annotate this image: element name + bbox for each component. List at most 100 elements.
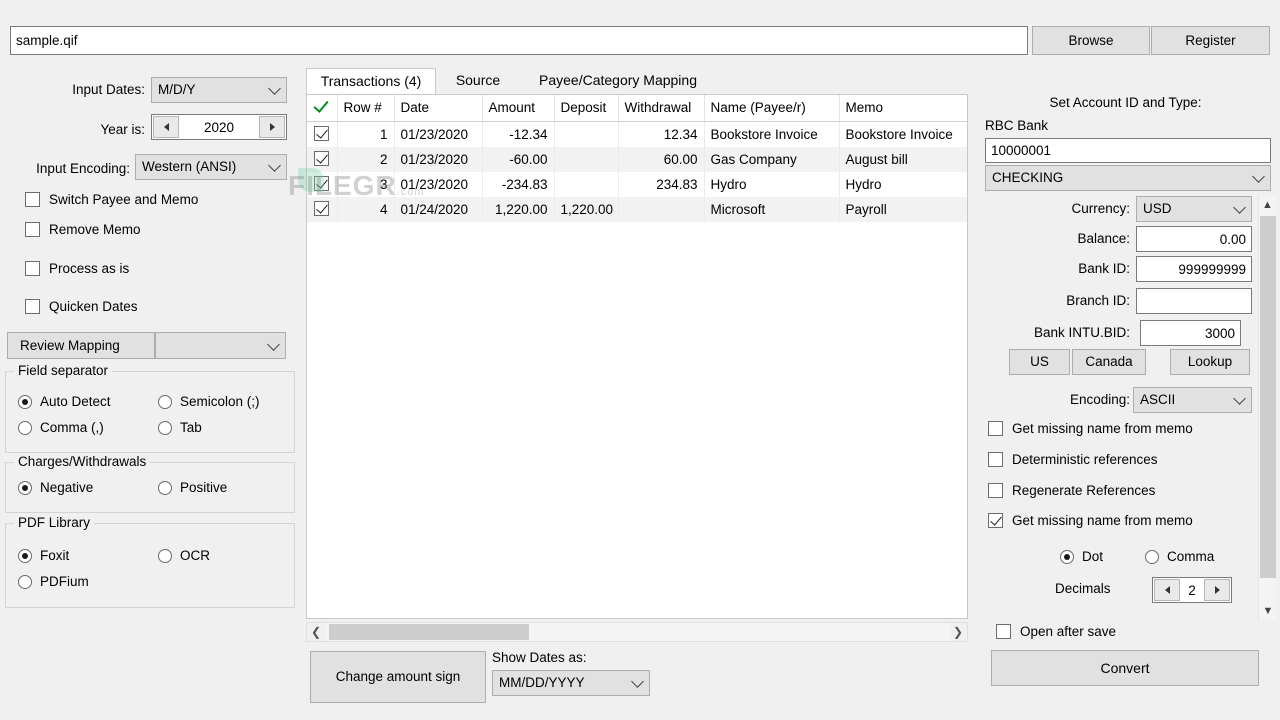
bank-intu-bid-input[interactable] — [1140, 320, 1241, 346]
checkbox-remove-memo[interactable]: Remove Memo — [25, 222, 141, 237]
us-button[interactable]: US — [1009, 349, 1070, 375]
row-select-checkbox[interactable] — [307, 122, 337, 147]
lookup-button[interactable]: Lookup — [1170, 349, 1250, 375]
radio-icon[interactable] — [1060, 550, 1074, 564]
checkbox-icon[interactable] — [25, 261, 40, 276]
radio-icon[interactable] — [18, 395, 32, 409]
checkbox-icon[interactable] — [988, 483, 1003, 498]
decimals-stepper[interactable]: 2 — [1152, 577, 1232, 603]
balance-input[interactable] — [1136, 226, 1252, 252]
input-encoding-select[interactable]: Western (ANSI) — [135, 154, 287, 180]
scroll-thumb[interactable] — [1260, 216, 1276, 578]
table-row[interactable]: 2 01/23/2020 -60.00 60.00 Gas Company Au… — [307, 147, 968, 172]
review-mapping-select[interactable] — [155, 332, 286, 359]
encoding-select[interactable]: ASCII — [1133, 387, 1252, 413]
bank-id-input[interactable] — [1136, 256, 1252, 282]
change-amount-sign-button[interactable]: Change amount sign — [310, 651, 486, 703]
radio-icon[interactable] — [158, 481, 172, 495]
row-select-checkbox[interactable] — [307, 172, 337, 197]
column-header-row-number[interactable]: Row # — [337, 95, 394, 122]
radio-icon[interactable] — [18, 481, 32, 495]
decimals-increment-button[interactable] — [1204, 579, 1230, 601]
select-all-header[interactable] — [307, 95, 337, 122]
tab-payee-category-mapping[interactable]: Payee/Category Mapping — [518, 68, 718, 94]
radio-comma[interactable]: Comma (,) — [18, 420, 104, 435]
checkbox-open-after-save[interactable]: Open after save — [996, 624, 1116, 639]
file-path-input[interactable] — [10, 26, 1028, 55]
scroll-up-icon[interactable]: ▲ — [1259, 196, 1276, 214]
column-header-name[interactable]: Name (Payee/r) — [704, 95, 839, 122]
checkbox-deterministic-references[interactable]: Deterministic references — [988, 452, 1158, 467]
show-dates-select[interactable]: MM/DD/YYYY — [492, 670, 650, 696]
radio-icon[interactable] — [158, 395, 172, 409]
checkbox-icon[interactable] — [314, 151, 329, 166]
checkbox-switch-payee-and-memo[interactable]: Switch Payee and Memo — [25, 192, 198, 207]
year-stepper[interactable]: 2020 — [151, 114, 287, 140]
checkbox-icon[interactable] — [314, 126, 329, 141]
radio-positive[interactable]: Positive — [158, 480, 227, 495]
checkbox-icon[interactable] — [988, 513, 1003, 528]
radio-negative[interactable]: Negative — [18, 480, 93, 495]
transactions-grid[interactable]: Row # Date Amount Deposit Withdrawal Nam… — [306, 94, 968, 619]
scroll-thumb[interactable] — [329, 624, 529, 640]
radio-pdfium[interactable]: PDFium — [18, 574, 89, 589]
radio-icon[interactable] — [158, 421, 172, 435]
radio-icon[interactable] — [18, 421, 32, 435]
year-increment-button[interactable] — [259, 116, 285, 138]
column-header-amount[interactable]: Amount — [482, 95, 554, 122]
radio-icon[interactable] — [158, 549, 172, 563]
column-header-deposit[interactable]: Deposit — [554, 95, 618, 122]
scroll-right-icon[interactable]: ❯ — [949, 625, 967, 639]
account-type-select[interactable]: CHECKING — [985, 165, 1271, 191]
year-decrement-button[interactable] — [153, 116, 179, 138]
column-header-memo[interactable]: Memo — [839, 95, 968, 122]
scroll-track[interactable] — [325, 623, 949, 641]
grid-horizontal-scrollbar[interactable]: ❮ ❯ — [306, 622, 968, 642]
checkbox-icon[interactable] — [314, 201, 329, 216]
browse-button[interactable]: Browse — [1032, 26, 1150, 55]
checkbox-icon[interactable] — [25, 192, 40, 207]
checkbox-icon[interactable] — [25, 299, 40, 314]
checkbox-process-as-is[interactable]: Process as is — [25, 261, 129, 276]
checkbox-get-missing-name-from-memo-1[interactable]: Get missing name from memo — [988, 421, 1193, 436]
radio-decimal-dot[interactable]: Dot — [1060, 549, 1103, 564]
row-select-checkbox[interactable] — [307, 147, 337, 172]
convert-button[interactable]: Convert — [991, 650, 1259, 686]
scroll-left-icon[interactable]: ❮ — [307, 625, 325, 639]
review-mapping-button[interactable]: Review Mapping — [7, 332, 155, 359]
scroll-down-icon[interactable]: ▼ — [1259, 602, 1277, 620]
account-id-input[interactable] — [985, 138, 1271, 163]
radio-auto-detect[interactable]: Auto Detect — [18, 394, 111, 409]
radio-tab[interactable]: Tab — [158, 420, 202, 435]
register-button[interactable]: Register — [1151, 26, 1270, 55]
table-row[interactable]: 1 01/23/2020 -12.34 12.34 Bookstore Invo… — [307, 122, 968, 147]
currency-select[interactable]: USD — [1136, 196, 1252, 222]
checkbox-get-missing-name-from-memo-2[interactable]: Get missing name from memo — [988, 513, 1193, 528]
radio-foxit[interactable]: Foxit — [18, 548, 69, 563]
radio-semicolon[interactable]: Semicolon (;) — [158, 394, 260, 409]
tab-source[interactable]: Source — [440, 68, 516, 94]
checkbox-icon[interactable] — [314, 176, 329, 191]
table-row[interactable]: 4 01/24/2020 1,220.00 1,220.00 Microsoft… — [307, 197, 968, 222]
checkbox-icon[interactable] — [996, 624, 1011, 639]
column-header-date[interactable]: Date — [394, 95, 482, 122]
tab-transactions[interactable]: Transactions (4) — [306, 68, 436, 95]
branch-id-input[interactable] — [1136, 288, 1252, 314]
radio-ocr[interactable]: OCR — [158, 548, 210, 563]
column-header-withdrawal[interactable]: Withdrawal — [618, 95, 704, 122]
row-select-checkbox[interactable] — [307, 197, 337, 222]
radio-icon[interactable] — [18, 549, 32, 563]
canada-button[interactable]: Canada — [1072, 349, 1146, 375]
radio-decimal-comma[interactable]: Comma — [1145, 549, 1214, 564]
checkbox-regenerate-references[interactable]: Regenerate References — [988, 483, 1155, 498]
checkbox-icon[interactable] — [988, 421, 1003, 436]
table-row[interactable]: 3 01/23/2020 -234.83 234.83 Hydro Hydro — [307, 172, 968, 197]
input-dates-select[interactable]: M/D/Y — [151, 77, 287, 103]
checkbox-icon[interactable] — [988, 452, 1003, 467]
radio-icon[interactable] — [1145, 550, 1159, 564]
checkbox-icon[interactable] — [25, 222, 40, 237]
checkbox-quicken-dates[interactable]: Quicken Dates — [25, 299, 138, 314]
radio-icon[interactable] — [18, 575, 32, 589]
decimals-decrement-button[interactable] — [1154, 579, 1180, 601]
right-panel-vertical-scrollbar[interactable]: ▲ ▼ — [1258, 196, 1276, 620]
